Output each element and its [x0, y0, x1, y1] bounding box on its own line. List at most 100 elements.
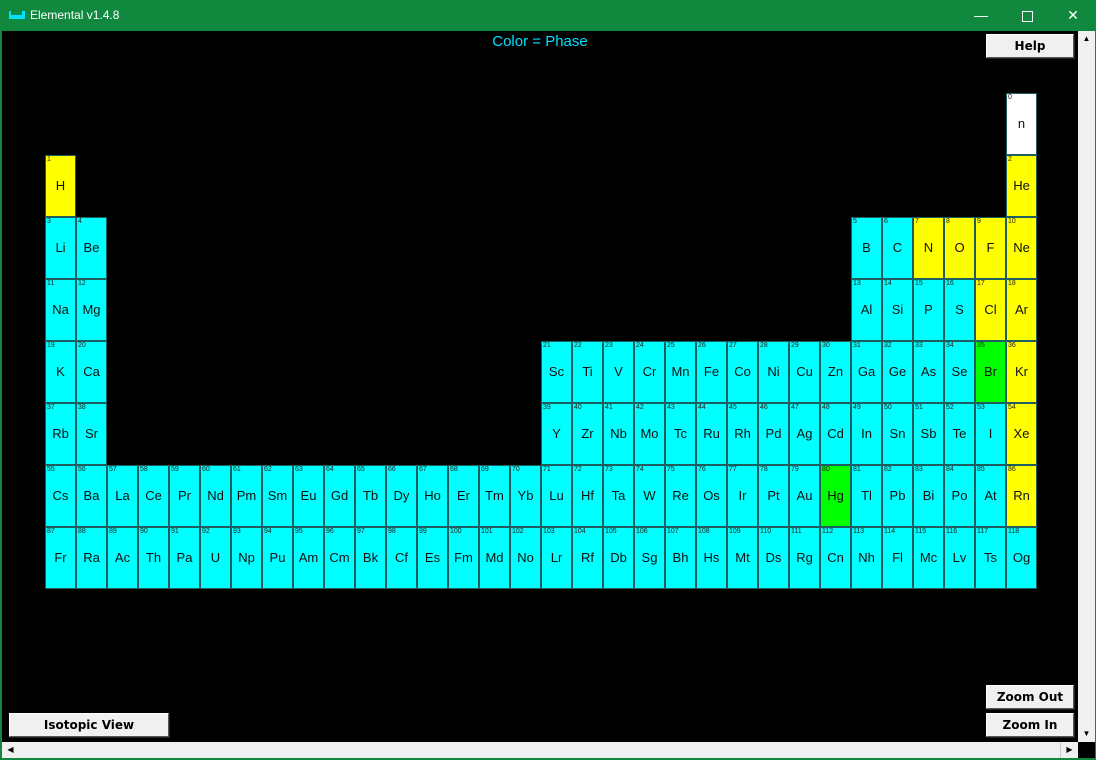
element-cell-rg[interactable]: 111 Rg [789, 527, 820, 589]
element-cell-ac[interactable]: 89 Ac [107, 527, 138, 589]
element-cell-sb[interactable]: 51 Sb [913, 403, 944, 465]
element-cell-hs[interactable]: 108 Hs [696, 527, 727, 589]
element-cell-es[interactable]: 99 Es [417, 527, 448, 589]
element-cell-fr[interactable]: 87 Fr [45, 527, 76, 589]
element-cell-eu[interactable]: 63 Eu [293, 465, 324, 527]
element-cell-tl[interactable]: 81 Tl [851, 465, 882, 527]
element-cell-cd[interactable]: 48 Cd [820, 403, 851, 465]
element-cell-se[interactable]: 34 Se [944, 341, 975, 403]
element-cell-ba[interactable]: 56 Ba [76, 465, 107, 527]
element-cell-tm[interactable]: 69 Tm [479, 465, 510, 527]
minimize-button[interactable]: — [958, 0, 1004, 31]
isotopic-view-button[interactable]: Isotopic View [9, 713, 169, 737]
element-cell-au[interactable]: 79 Au [789, 465, 820, 527]
element-cell-pu[interactable]: 94 Pu [262, 527, 293, 589]
maximize-button[interactable] [1004, 0, 1050, 31]
element-cell-be[interactable]: 4 Be [76, 217, 107, 279]
element-cell-te[interactable]: 52 Te [944, 403, 975, 465]
element-cell-co[interactable]: 27 Co [727, 341, 758, 403]
element-cell-c[interactable]: 6C [882, 217, 913, 279]
element-cell-sc[interactable]: 21 Sc [541, 341, 572, 403]
scroll-up-icon[interactable]: ▲ [1078, 31, 1095, 47]
element-cell-h[interactable]: 1H [45, 155, 76, 217]
element-cell-w[interactable]: 74 W [634, 465, 665, 527]
element-cell-b[interactable]: 5B [851, 217, 882, 279]
horizontal-scrollbar[interactable]: ◀ ▶ [2, 742, 1078, 758]
element-cell-rb[interactable]: 37 Rb [45, 403, 76, 465]
element-cell-si[interactable]: 14 Si [882, 279, 913, 341]
element-cell-he[interactable]: 2 He [1006, 155, 1037, 217]
element-cell-pb[interactable]: 82 Pb [882, 465, 913, 527]
element-cell-rh[interactable]: 45 Rh [727, 403, 758, 465]
element-cell-ru[interactable]: 44 Ru [696, 403, 727, 465]
element-cell-pd[interactable]: 46 Pd [758, 403, 789, 465]
element-cell-ho[interactable]: 67 Ho [417, 465, 448, 527]
element-cell-li[interactable]: 3 Li [45, 217, 76, 279]
element-cell-at[interactable]: 85 At [975, 465, 1006, 527]
element-cell-n[interactable]: 7N [913, 217, 944, 279]
element-cell-er[interactable]: 68 Er [448, 465, 479, 527]
close-button[interactable]: ✕ [1050, 0, 1096, 31]
element-cell-mg[interactable]: 12 Mg [76, 279, 107, 341]
element-cell-re[interactable]: 75 Re [665, 465, 696, 527]
element-cell-pt[interactable]: 78 Pt [758, 465, 789, 527]
element-cell-pa[interactable]: 91 Pa [169, 527, 200, 589]
scroll-down-icon[interactable]: ▼ [1078, 726, 1095, 742]
element-cell-ga[interactable]: 31 Ga [851, 341, 882, 403]
element-cell-np[interactable]: 93 Np [231, 527, 262, 589]
element-cell-pr[interactable]: 59 Pr [169, 465, 200, 527]
element-cell-ag[interactable]: 47 Ag [789, 403, 820, 465]
element-cell-bh[interactable]: 107 Bh [665, 527, 696, 589]
element-cell-db[interactable]: 105 Db [603, 527, 634, 589]
element-cell-nd[interactable]: 60 Nd [200, 465, 231, 527]
element-cell-na[interactable]: 11 Na [45, 279, 76, 341]
element-cell-u[interactable]: 92 U [200, 527, 231, 589]
element-cell-zr[interactable]: 40 Zr [572, 403, 603, 465]
element-cell-md[interactable]: 101 Md [479, 527, 510, 589]
element-cell-ir[interactable]: 77 Ir [727, 465, 758, 527]
element-cell-mo[interactable]: 42 Mo [634, 403, 665, 465]
element-cell-pm[interactable]: 61 Pm [231, 465, 262, 527]
scroll-left-icon[interactable]: ◀ [2, 742, 19, 758]
element-cell-ca[interactable]: 20 Ca [76, 341, 107, 403]
element-cell-cs[interactable]: 55 Cs [45, 465, 76, 527]
element-cell-cu[interactable]: 29 Cu [789, 341, 820, 403]
element-cell-gd[interactable]: 64 Gd [324, 465, 355, 527]
element-cell-rf[interactable]: 104 Rf [572, 527, 603, 589]
help-button[interactable]: Help [986, 34, 1074, 58]
element-cell-ce[interactable]: 58 Ce [138, 465, 169, 527]
element-cell-bk[interactable]: 97 Bk [355, 527, 386, 589]
element-cell-xe[interactable]: 54 Xe [1006, 403, 1037, 465]
element-cell-n[interactable]: 0n [1006, 93, 1037, 155]
element-cell-sn[interactable]: 50 Sn [882, 403, 913, 465]
element-cell-lr[interactable]: 103 Lr [541, 527, 572, 589]
element-cell-lu[interactable]: 71 Lu [541, 465, 572, 527]
element-cell-lv[interactable]: 116 Lv [944, 527, 975, 589]
element-cell-i[interactable]: 53 I [975, 403, 1006, 465]
element-cell-hf[interactable]: 72 Hf [572, 465, 603, 527]
element-cell-f[interactable]: 9F [975, 217, 1006, 279]
element-cell-ar[interactable]: 18 Ar [1006, 279, 1037, 341]
element-cell-as[interactable]: 33 As [913, 341, 944, 403]
element-cell-k[interactable]: 19 K [45, 341, 76, 403]
element-cell-no[interactable]: 102 No [510, 527, 541, 589]
element-cell-al[interactable]: 13 Al [851, 279, 882, 341]
element-cell-am[interactable]: 95 Am [293, 527, 324, 589]
element-cell-ne[interactable]: 10 Ne [1006, 217, 1037, 279]
element-cell-ta[interactable]: 73 Ta [603, 465, 634, 527]
element-cell-ge[interactable]: 32 Ge [882, 341, 913, 403]
element-cell-ni[interactable]: 28 Ni [758, 341, 789, 403]
element-cell-tb[interactable]: 65 Tb [355, 465, 386, 527]
element-cell-bi[interactable]: 83 Bi [913, 465, 944, 527]
element-cell-cf[interactable]: 98 Cf [386, 527, 417, 589]
element-cell-cl[interactable]: 17 Cl [975, 279, 1006, 341]
element-cell-og[interactable]: 118 Og [1006, 527, 1037, 589]
element-cell-ts[interactable]: 117 Ts [975, 527, 1006, 589]
element-cell-br[interactable]: 35 Br [975, 341, 1006, 403]
element-cell-nb[interactable]: 41 Nb [603, 403, 634, 465]
element-cell-hg[interactable]: 80 Hg [820, 465, 851, 527]
element-cell-th[interactable]: 90 Th [138, 527, 169, 589]
element-cell-fl[interactable]: 114 Fl [882, 527, 913, 589]
element-cell-kr[interactable]: 36 Kr [1006, 341, 1037, 403]
element-cell-fe[interactable]: 26 Fe [696, 341, 727, 403]
